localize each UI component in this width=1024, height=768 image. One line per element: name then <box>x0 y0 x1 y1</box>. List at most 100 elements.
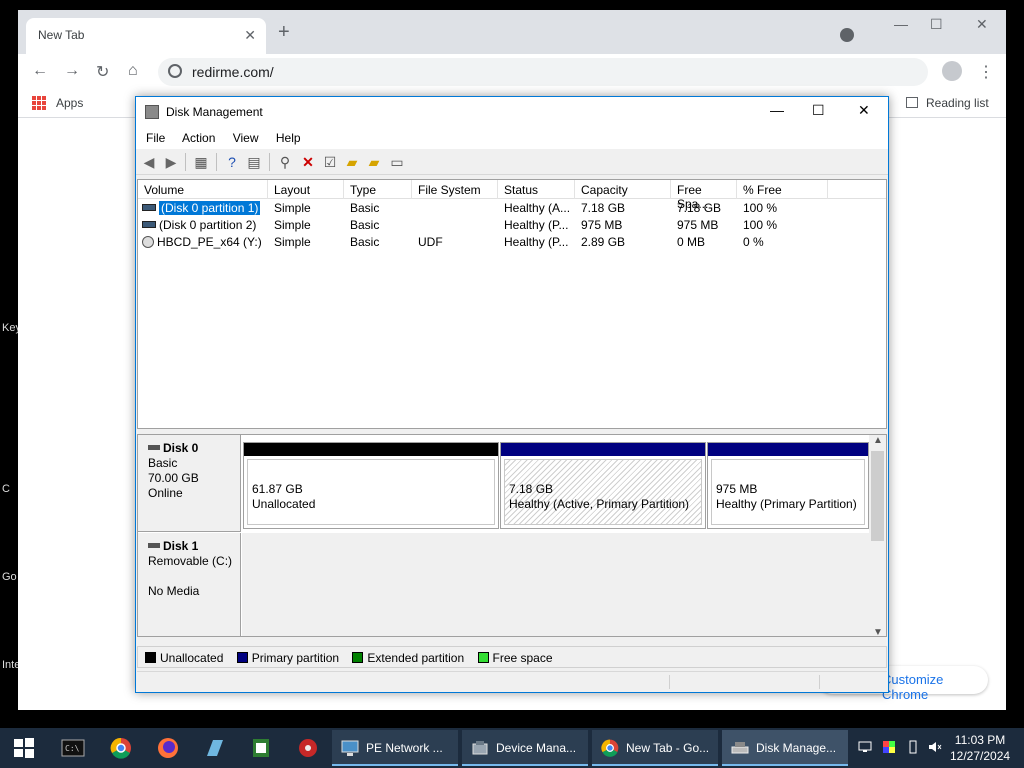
taskbar-button-device-manager[interactable]: Device Mana... <box>462 730 588 766</box>
partition-color-bar <box>501 443 705 456</box>
legend-label: Extended partition <box>367 651 465 665</box>
tab-search-icon[interactable] <box>840 28 854 42</box>
dm-maximize-icon[interactable]: ☐ <box>812 102 825 119</box>
color-tray-icon[interactable] <box>882 740 896 754</box>
menu-file[interactable]: File <box>146 131 165 145</box>
partition-primary[interactable]: 975 MB Healthy (Primary Partition) <box>707 442 869 529</box>
disk-state: No Media <box>148 584 200 598</box>
menu-help[interactable]: Help <box>276 131 301 145</box>
taskbar-button-pe-network[interactable]: PE Network ... <box>332 730 458 766</box>
graph-scrollbar[interactable]: ▲ ▼ <box>869 435 886 636</box>
properties-icon[interactable]: ▭ <box>389 154 405 170</box>
partition-unallocated[interactable]: 61.87 GB Unallocated <box>243 442 499 529</box>
dm-close-icon[interactable]: ✕ <box>858 102 870 119</box>
partition-label: Healthy (Active, Primary Partition) <box>509 497 690 511</box>
clock-date: 12/27/2024 <box>950 749 1011 763</box>
dm-toolbar: ◀ ▶ ▦ ? ▤ ⚲ ✕ ☑ ▰ ▰ ▭ <box>136 149 888 175</box>
back-arrow-icon[interactable]: ◀ <box>141 154 157 170</box>
close-tab-icon[interactable]: ✕ <box>244 27 256 44</box>
table-row[interactable]: HBCD_PE_x64 (Y:) Simple Basic UDF Health… <box>138 233 886 250</box>
cell-capacity: 2.89 GB <box>581 235 626 249</box>
disk-1-empty-area <box>242 533 871 636</box>
chrome-icon[interactable] <box>109 736 133 760</box>
forward-icon[interactable]: → <box>64 62 80 80</box>
system-clock[interactable]: 11:03 PM 12/27/2024 <box>950 732 1010 764</box>
search-folder-icon[interactable]: ▰ <box>366 154 382 170</box>
forward-arrow-icon[interactable]: ▶ <box>163 154 179 170</box>
back-icon[interactable]: ← <box>32 62 48 80</box>
column-layout[interactable]: Layout <box>268 180 344 199</box>
column-status[interactable]: Status <box>498 180 575 199</box>
column-capacity[interactable]: Capacity <box>575 180 671 199</box>
taskbar-button-chrome[interactable]: New Tab - Go... <box>592 730 718 766</box>
column-type[interactable]: Type <box>344 180 412 199</box>
menu-kebab-icon[interactable]: ⋮ <box>978 62 994 82</box>
disk-management-window: Disk Management — ☐ ✕ File Action View H… <box>135 96 889 693</box>
status-separator <box>819 675 820 689</box>
scroll-down-icon[interactable]: ▼ <box>873 627 883 636</box>
cell-percent-free: 0 % <box>743 235 764 249</box>
partition-body: 975 MB Healthy (Primary Partition) <box>711 459 865 525</box>
partition-color-bar <box>244 443 498 456</box>
close-window-icon[interactable]: ✕ <box>976 16 988 33</box>
apps-grid-icon[interactable] <box>32 96 46 110</box>
scroll-thumb[interactable] <box>871 451 884 541</box>
apps-bookmark[interactable]: Apps <box>56 96 83 110</box>
disk-icon <box>148 445 160 450</box>
dm-minimize-icon[interactable]: — <box>770 102 784 118</box>
reading-list-button[interactable]: Reading list <box>906 96 989 110</box>
site-info-icon[interactable] <box>168 64 182 78</box>
disk-tool-icon[interactable] <box>296 736 320 760</box>
firefox-icon[interactable] <box>156 736 180 760</box>
cd-drive-icon <box>142 236 154 248</box>
taskbar-button-label: Device Mana... <box>496 741 577 755</box>
network-tray-icon[interactable] <box>858 740 872 754</box>
check-icon[interactable]: ☑ <box>322 154 338 170</box>
menu-view[interactable]: View <box>233 131 259 145</box>
help-icon[interactable]: ? <box>224 154 240 170</box>
spreadsheet-icon[interactable] <box>249 736 273 760</box>
dm-titlebar[interactable]: Disk Management — ☐ ✕ <box>136 97 888 127</box>
folder-icon[interactable]: ▰ <box>344 154 360 170</box>
home-icon[interactable]: ⌂ <box>128 62 138 80</box>
windows-start-icon[interactable] <box>12 736 36 760</box>
disk-1-header[interactable]: Disk 1 Removable (C:) No Media <box>138 533 241 636</box>
disk-0-header[interactable]: Disk 0 Basic 70.00 GB Online <box>138 435 241 532</box>
reload-icon[interactable]: ↻ <box>96 62 109 82</box>
usb-tray-icon[interactable] <box>906 740 920 754</box>
cell-percent-free: 100 % <box>743 201 778 215</box>
new-tab-icon[interactable]: + <box>278 22 290 42</box>
cell-capacity: 7.18 GB <box>581 201 626 215</box>
disk-kind: Removable (C:) <box>148 554 233 568</box>
scroll-up-icon[interactable]: ▲ <box>873 435 883 446</box>
cell-free-space: 975 MB <box>677 218 719 232</box>
maximize-icon[interactable]: ☐ <box>930 16 943 33</box>
delete-icon[interactable]: ✕ <box>300 154 316 170</box>
column-free-space[interactable]: Free Spa... <box>671 180 737 211</box>
column-file-system[interactable]: File System <box>412 180 498 199</box>
volume-muted-icon[interactable] <box>928 740 942 754</box>
partition-active-primary[interactable]: 7.18 GB Healthy (Active, Primary Partiti… <box>500 442 706 529</box>
column-volume[interactable]: Volume <box>138 180 268 199</box>
volume-list-header: Volume Layout Type File System Status Ca… <box>138 180 886 211</box>
minimize-icon[interactable]: — <box>894 16 908 32</box>
svg-text:C:\: C:\ <box>65 744 80 753</box>
menu-action[interactable]: Action <box>182 131 215 145</box>
table-row[interactable]: (Disk 0 partition 2) Simple Basic Health… <box>138 216 886 233</box>
profile-avatar[interactable] <box>942 61 962 81</box>
taskbar-button-disk-management[interactable]: Disk Manage... <box>722 730 848 766</box>
legend-swatch-primary <box>236 652 248 663</box>
clock-time: 11:03 PM <box>954 733 1006 747</box>
console-tree-icon[interactable]: ▦ <box>193 154 209 170</box>
table-row[interactable]: (Disk 0 partition 1) Simple Basic Health… <box>138 199 886 216</box>
command-prompt-icon[interactable]: C:\ <box>61 736 85 760</box>
browser-tab[interactable]: New Tab ✕ <box>26 18 266 54</box>
cell-file-system: UDF <box>418 235 443 249</box>
notepad-icon[interactable] <box>203 736 227 760</box>
address-bar[interactable]: redirme.com/ <box>158 58 928 86</box>
reading-list-icon <box>906 97 918 108</box>
connect-icon[interactable]: ⚲ <box>277 154 293 170</box>
column-percent-free[interactable]: % Free <box>737 180 828 199</box>
toolbar-separator <box>216 153 217 171</box>
action-pane-icon[interactable]: ▤ <box>246 154 262 170</box>
